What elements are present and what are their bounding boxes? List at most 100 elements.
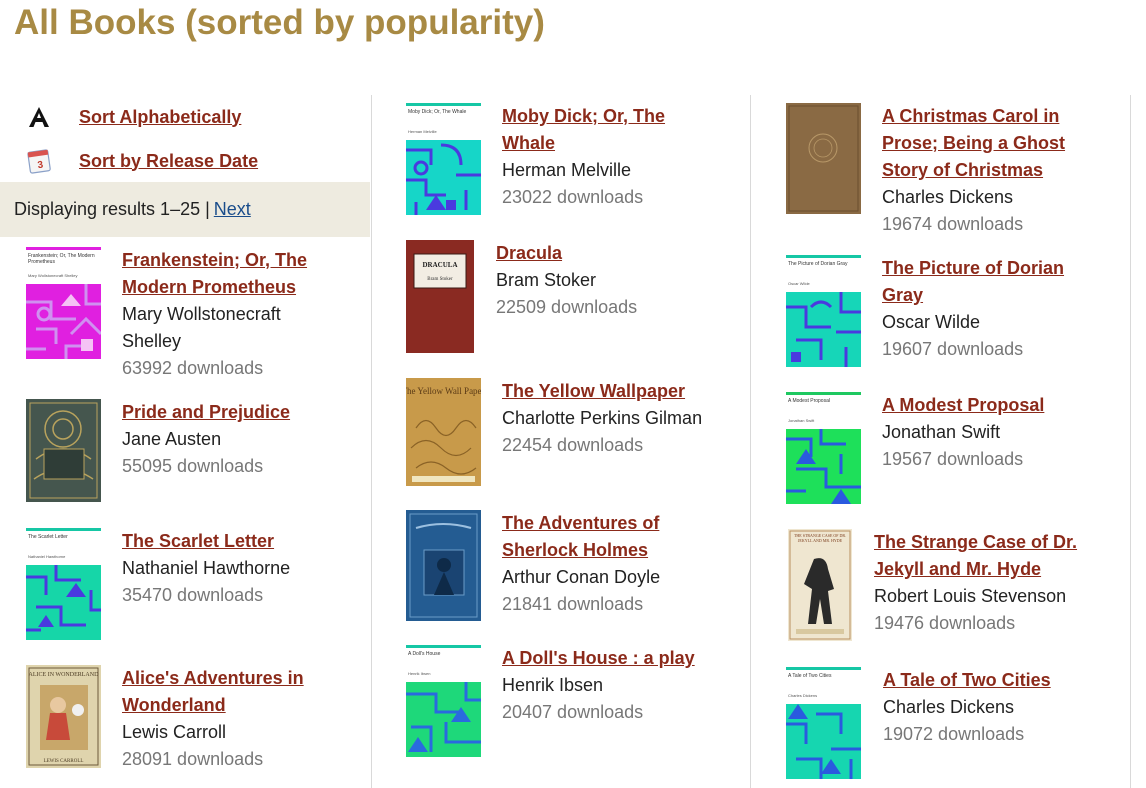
book-cover[interactable]: The Scarlet Letter Nathaniel Hawthorne	[26, 528, 101, 640]
book-item: The Picture of Dorian Gray Oscar Wilde T…	[786, 255, 1064, 367]
book-downloads: 55095 downloads	[122, 456, 264, 476]
book-cover[interactable]: A Tale of Two Cities Charles Dickens	[786, 667, 861, 779]
cover-pattern	[786, 292, 861, 367]
results-bar: Displaying results 1–25 | Next	[0, 182, 370, 237]
book-item: Frankenstein; Or, The Modern Prometheus …	[26, 247, 307, 382]
cover-pattern	[26, 565, 101, 640]
book-author: Henrik Ibsen	[502, 675, 604, 695]
book-item: Moby Dick; Or, The Whale Herman Melville…	[406, 103, 665, 215]
book-title-link[interactable]: Dracula	[496, 240, 637, 267]
alice-cover-art: ALICE IN WONDERLAND LEWIS CARROLL	[26, 665, 101, 768]
book-cover[interactable]	[26, 399, 101, 502]
book-title-link[interactable]: Gray	[882, 282, 1064, 309]
book-cover[interactable]: The Yellow Wall Paper	[406, 378, 481, 486]
book-title-link[interactable]: Moby Dick; Or, The	[502, 103, 665, 130]
book-item: ALICE IN WONDERLAND LEWIS CARROLL Alice'…	[26, 665, 304, 773]
book-cover[interactable]: A Modest Proposal Jonathan Swift	[786, 392, 861, 504]
book-title-link[interactable]: Prose; Being a Ghost	[882, 130, 1065, 157]
book-title-link[interactable]: Jekyll and Mr. Hyde	[874, 556, 1077, 583]
svg-text:ALICE IN WONDERLAND: ALICE IN WONDERLAND	[29, 672, 100, 678]
book-downloads: 19674 downloads	[882, 214, 1024, 234]
book-title-link[interactable]: The Yellow Wallpaper	[502, 378, 702, 405]
book-title-link[interactable]: Modern Prometheus	[122, 274, 307, 301]
book-downloads: 21841 downloads	[502, 594, 644, 614]
yellow-wallpaper-cover-art: The Yellow Wall Paper	[406, 378, 481, 486]
book-downloads: 35470 downloads	[122, 585, 264, 605]
book-downloads: 22509 downloads	[496, 297, 638, 317]
book-downloads: 19567 downloads	[882, 449, 1024, 469]
book-title-link[interactable]: Alice's Adventures in	[122, 665, 304, 692]
book-title-link[interactable]: The Adventures of	[502, 510, 660, 537]
book-title-link[interactable]: Story of Christmas	[882, 157, 1065, 184]
book-author: Lewis Carroll	[122, 722, 227, 742]
book-title-link[interactable]: Frankenstein; Or, The	[122, 247, 307, 274]
results-count-text: Displaying results 1–25 |	[14, 199, 210, 219]
book-author: Charlotte Perkins Gilman	[502, 408, 703, 428]
dracula-cover-art: DRACULA Bram Stoker	[406, 240, 474, 353]
book-author: Herman Melville	[502, 160, 632, 180]
book-title-link[interactable]: Pride and Prejudice	[122, 399, 290, 426]
book-title-link[interactable]: The Scarlet Letter	[122, 528, 290, 555]
book-cover[interactable]: THE STRANGE CASE OF DR. JEKYLL AND MR. H…	[788, 529, 852, 641]
book-downloads: 20407 downloads	[502, 702, 644, 722]
book-cover[interactable]	[786, 103, 861, 214]
book-title-link[interactable]: The Picture of Dorian	[882, 255, 1064, 282]
book-title-link[interactable]: A Tale of Two Cities	[883, 667, 1051, 694]
book-item: DRACULA Bram Stoker Dracula Bram Stoker …	[406, 240, 637, 353]
peacock-cover-art	[26, 399, 101, 502]
book-title-link[interactable]: Wonderland	[122, 692, 304, 719]
book-item: The Yellow Wall Paper The Yellow Wallpap…	[406, 378, 702, 486]
book-author: Robert Louis Stevenson	[874, 586, 1067, 606]
book-author: Jonathan Swift	[882, 422, 1001, 442]
book-author: Arthur Conan Doyle	[502, 567, 661, 587]
svg-text:DRACULA: DRACULA	[423, 261, 458, 269]
book-column: A Christmas Carol in Prose; Being a Ghos…	[750, 95, 1131, 788]
book-cover[interactable]: Frankenstein; Or, The Modern Prometheus …	[26, 247, 101, 359]
sherlock-cover-art	[406, 510, 481, 621]
book-item: The Adventures of Sherlock Holmes Arthur…	[406, 510, 660, 621]
christmas-carol-cover-art	[786, 103, 861, 214]
book-column: Moby Dick; Or, The Whale Herman Melville…	[371, 95, 750, 788]
book-author: Oscar Wilde	[882, 312, 981, 332]
cover-pattern	[406, 682, 481, 757]
book-downloads: 19476 downloads	[874, 613, 1016, 633]
sort-release-date-link[interactable]: Sort by Release Date	[79, 148, 258, 175]
book-title-link[interactable]: The Strange Case of Dr.	[874, 529, 1077, 556]
book-downloads: 63992 downloads	[122, 358, 264, 378]
book-author: Nathaniel Hawthorne	[122, 558, 291, 578]
sort-alphabetically-link[interactable]: Sort Alphabetically	[79, 104, 241, 131]
jekyll-cover-art: THE STRANGE CASE OF DR. JEKYLL AND MR. H…	[788, 529, 852, 641]
book-item: A Christmas Carol in Prose; Being a Ghos…	[786, 103, 1065, 238]
book-cover[interactable]: ALICE IN WONDERLAND LEWIS CARROLL	[26, 665, 101, 768]
letter-a-icon	[26, 104, 52, 130]
book-item: THE STRANGE CASE OF DR. JEKYLL AND MR. H…	[788, 529, 1077, 641]
svg-text:LEWIS CARROLL: LEWIS CARROLL	[44, 759, 84, 764]
book-title-link[interactable]: A Christmas Carol in	[882, 103, 1065, 130]
book-cover[interactable]: Moby Dick; Or, The Whale Herman Melville	[406, 103, 481, 215]
book-item: A Tale of Two Cities Charles Dickens A T…	[786, 667, 1051, 779]
cover-pattern	[26, 284, 101, 359]
next-page-link[interactable]: Next	[214, 199, 251, 220]
book-downloads: 28091 downloads	[122, 749, 264, 769]
sort-alpha-row[interactable]: Sort Alphabetically	[26, 102, 241, 132]
page-title: All Books (sorted by popularity)	[14, 3, 545, 42]
book-title-link[interactable]: A Doll's House : a play	[502, 645, 695, 672]
book-cover[interactable]: DRACULA Bram Stoker	[406, 240, 474, 353]
book-author: Jane Austen	[122, 429, 222, 449]
book-cover[interactable]: The Picture of Dorian Gray Oscar Wilde	[786, 255, 861, 367]
svg-text:Bram Stoker: Bram Stoker	[427, 277, 453, 282]
book-downloads: 22454 downloads	[502, 435, 644, 455]
book-cover[interactable]	[406, 510, 481, 621]
book-item: Pride and Prejudice Jane Austen 55095 do…	[26, 399, 290, 502]
cover-pattern	[786, 429, 861, 504]
book-author: Bram Stoker	[496, 270, 597, 290]
book-downloads: 19072 downloads	[883, 724, 1025, 744]
book-title-link[interactable]: A Modest Proposal	[882, 392, 1044, 419]
sort-date-row[interactable]: 3 Sort by Release Date	[26, 146, 258, 176]
book-title-link[interactable]: Sherlock Holmes	[502, 537, 660, 564]
book-item: A Modest Proposal Jonathan Swift A Modes…	[786, 392, 1044, 504]
book-author: Charles Dickens	[883, 697, 1015, 717]
calendar-icon: 3	[26, 148, 52, 174]
book-title-link[interactable]: Whale	[502, 130, 665, 157]
book-cover[interactable]: A Doll's House Henrik Ibsen	[406, 645, 481, 757]
